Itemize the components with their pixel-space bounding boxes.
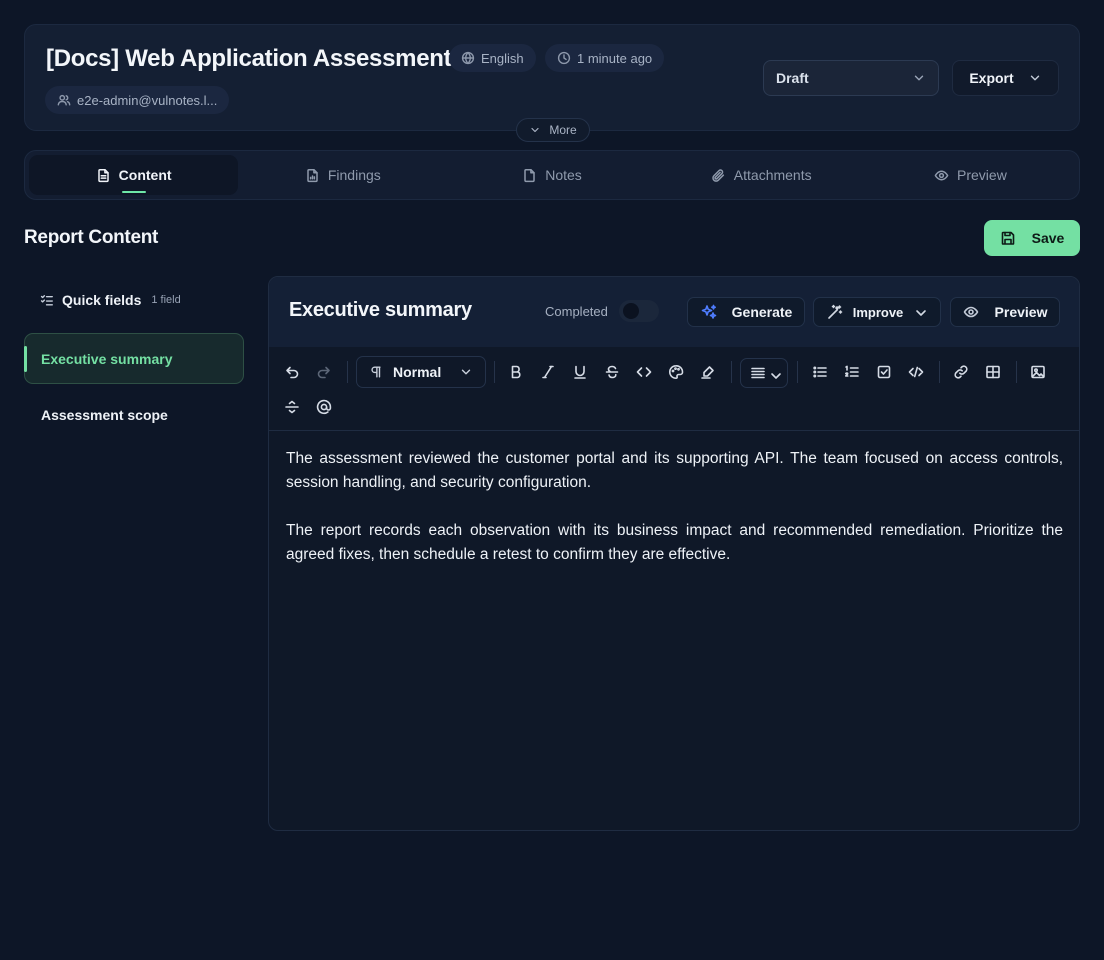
block-type-value: Normal xyxy=(393,364,442,380)
more-button[interactable]: More xyxy=(516,118,590,142)
table-icon[interactable] xyxy=(985,364,1001,380)
toolbar-divider xyxy=(939,361,940,383)
tab-notes[interactable]: Notes xyxy=(447,155,656,195)
preview-label: Preview xyxy=(994,304,1048,320)
eye-icon xyxy=(934,168,949,183)
updated-badge: 1 minute ago xyxy=(545,44,665,72)
quick-fields-label: Quick fields xyxy=(62,292,142,308)
toolbar-divider xyxy=(347,361,348,383)
checklist-icon[interactable] xyxy=(876,364,892,380)
chevron-down-icon xyxy=(529,124,541,136)
tab-preview[interactable]: Preview xyxy=(866,155,1075,195)
tab-label: Attachments xyxy=(733,167,812,183)
redo-icon[interactable] xyxy=(316,364,332,380)
sidebar-quick-fields[interactable]: Quick fields 1 field xyxy=(40,292,181,308)
file-text-icon xyxy=(96,168,111,183)
users-icon xyxy=(57,93,71,107)
tab-findings[interactable]: Findings xyxy=(238,155,447,195)
completed-label: Completed xyxy=(545,304,608,319)
numbered-list-icon[interactable] xyxy=(844,364,860,380)
save-label: Save xyxy=(1031,230,1065,246)
more-label: More xyxy=(549,123,577,137)
sidebar-item-label: Assessment scope xyxy=(41,407,168,423)
toolbar-divider xyxy=(797,361,798,383)
align-select[interactable] xyxy=(740,358,788,388)
content-paragraph: The report records each observation with… xyxy=(286,522,1063,563)
toggle-knob xyxy=(623,303,639,319)
tab-attachments[interactable]: Attachments xyxy=(657,155,866,195)
export-button[interactable]: Export xyxy=(952,60,1059,96)
report-header: [Docs] Web Application Assessment Englis… xyxy=(24,24,1080,142)
export-label: Export xyxy=(969,70,1014,86)
editor-header: Executive summary Completed Generate Imp… xyxy=(269,277,1079,347)
editor-content[interactable]: The assessment reviewed the customer por… xyxy=(286,447,1063,567)
owner-label: e2e-admin@vulnotes.l... xyxy=(77,92,218,108)
bullet-list-icon[interactable] xyxy=(812,364,828,380)
completed-toggle[interactable] xyxy=(619,300,659,322)
field-title: Executive summary xyxy=(289,299,472,321)
chevron-down-icon xyxy=(1028,71,1042,85)
pilcrow-icon xyxy=(369,365,383,379)
sidebar-item-label: Executive summary xyxy=(41,350,173,367)
improve-label: Improve xyxy=(852,304,904,320)
chevron-down-icon xyxy=(912,71,926,85)
generate-button[interactable]: Generate xyxy=(687,297,805,327)
content-paragraph: The assessment reviewed the customer por… xyxy=(286,450,1063,491)
generate-label: Generate xyxy=(731,304,793,320)
sidebar-item-executive-summary[interactable]: Executive summary xyxy=(24,333,244,384)
horizontal-rule-icon[interactable] xyxy=(284,399,300,415)
tab-label: Notes xyxy=(545,167,582,183)
status-value: Draft xyxy=(776,70,809,86)
report-title: [Docs] Web Application Assessment xyxy=(46,45,452,72)
block-type-select[interactable]: Normal xyxy=(356,356,486,388)
save-button[interactable]: Save xyxy=(984,220,1080,256)
tab-label: Preview xyxy=(957,167,1007,183)
chevron-down-icon xyxy=(768,368,781,379)
field-editor: Executive summary Completed Generate Imp… xyxy=(268,276,1080,831)
link-icon[interactable] xyxy=(953,364,969,380)
sparkles-icon xyxy=(700,303,718,321)
tab-label: Content xyxy=(118,167,172,183)
list-checks-icon xyxy=(40,293,54,307)
toolbar-divider xyxy=(731,361,732,383)
field-preview-button[interactable]: Preview xyxy=(950,297,1060,327)
chevron-down-icon xyxy=(459,365,473,379)
report-tabs: Content Findings Notes Attachments Previ… xyxy=(24,150,1080,200)
bold-icon[interactable] xyxy=(508,364,524,380)
align-justify-icon xyxy=(750,365,766,381)
file-chart-icon xyxy=(305,168,320,183)
tab-label: Findings xyxy=(327,167,381,183)
undo-icon[interactable] xyxy=(284,364,300,380)
section-title: Report Content xyxy=(24,227,159,248)
eye-icon xyxy=(963,304,979,320)
paperclip-icon xyxy=(711,168,726,183)
status-select[interactable]: Draft xyxy=(763,60,939,96)
toolbar-divider xyxy=(1016,361,1017,383)
file-icon xyxy=(522,168,537,183)
language-badge: English xyxy=(449,44,536,72)
wand-icon xyxy=(827,304,843,320)
save-icon xyxy=(1000,230,1016,246)
globe-icon xyxy=(461,51,475,65)
italic-icon[interactable] xyxy=(540,364,556,380)
strikethrough-icon[interactable] xyxy=(604,364,620,380)
improve-button[interactable]: Improve xyxy=(813,297,941,327)
language-label: English xyxy=(481,50,524,66)
chevron-down-icon xyxy=(913,305,927,319)
tab-content[interactable]: Content xyxy=(29,155,239,195)
toolbar-divider xyxy=(494,361,495,383)
highlighter-icon[interactable] xyxy=(700,364,716,380)
mention-icon[interactable] xyxy=(316,399,332,415)
clock-icon xyxy=(557,51,571,65)
palette-icon[interactable] xyxy=(668,364,684,380)
image-icon[interactable] xyxy=(1030,364,1046,380)
updated-label: 1 minute ago xyxy=(577,50,653,66)
sidebar-item-assessment-scope[interactable]: Assessment scope xyxy=(41,407,168,423)
code-icon[interactable] xyxy=(636,364,652,380)
quick-fields-count: 1 field xyxy=(151,294,181,306)
underline-icon[interactable] xyxy=(572,364,588,380)
code-block-icon[interactable] xyxy=(908,364,924,380)
owner-badge: e2e-admin@vulnotes.l... xyxy=(45,86,230,114)
editor-toolbar: Normal xyxy=(269,347,1079,431)
